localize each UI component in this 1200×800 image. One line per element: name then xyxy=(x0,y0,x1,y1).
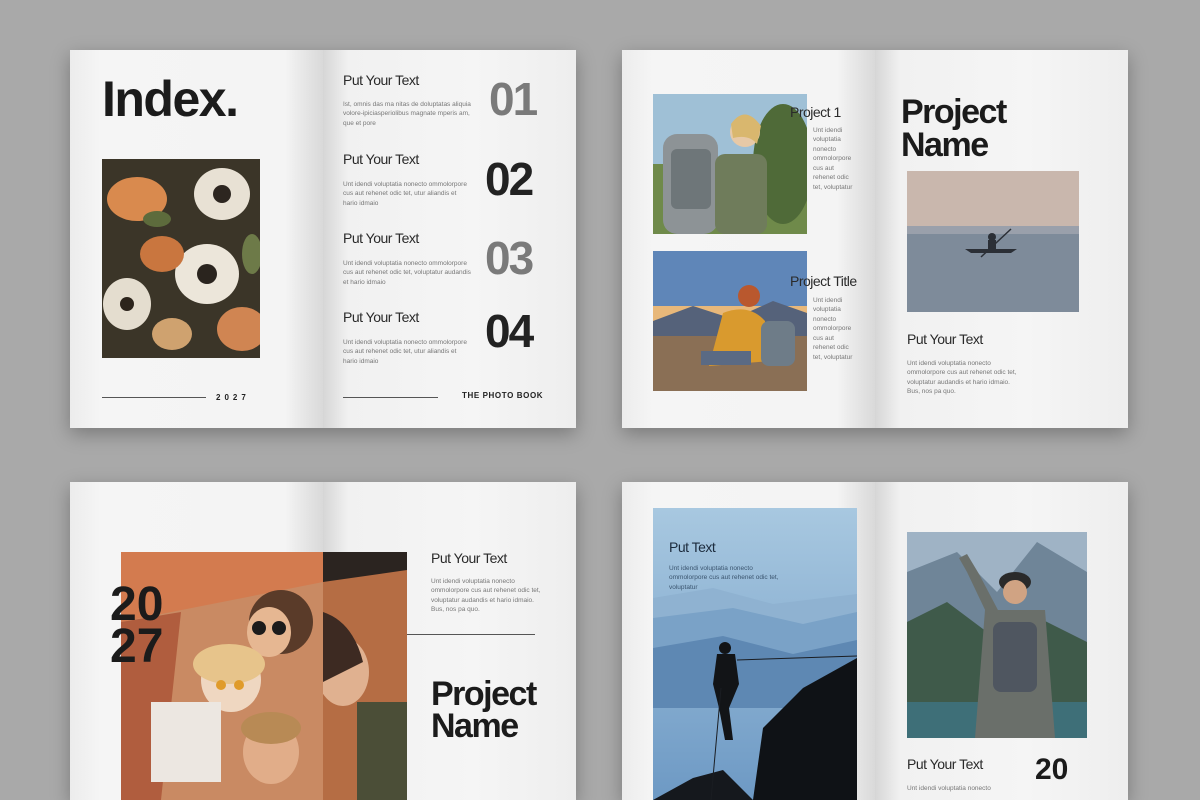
friends-photo-right xyxy=(323,552,407,800)
entry-body: Ist, omnis das ma nitas de doluptatas al… xyxy=(343,101,471,127)
backpacker-body: Unt idendi voluptatia nonecto xyxy=(907,785,991,792)
project2-title: Project Title xyxy=(790,273,857,289)
entry-heading: Put Your Text xyxy=(343,151,419,167)
backpacker-subheading: Put Your Text xyxy=(907,756,983,772)
projects-right-page: Project Name Put Your Text Unt idendi vo… xyxy=(875,50,1128,428)
year-heading-line2: 27 xyxy=(110,620,164,673)
group-subheading: Put Your Text xyxy=(431,550,507,566)
spread-mountains: Put Text Unt idendi voluptatia nonecto o… xyxy=(622,482,1128,800)
group-left-page: 20 27 xyxy=(70,482,323,800)
group-body: Unt idendi voluptatia nonecto ommolorpor… xyxy=(431,578,541,614)
entry-heading: Put Your Text xyxy=(343,230,419,246)
entry-number: 04 xyxy=(485,305,534,357)
entry-heading: Put Your Text xyxy=(343,72,419,88)
spread-projects: Project 1 Unt idendi voluptatia nonecto … xyxy=(622,50,1128,428)
group-project-heading-line1: Project xyxy=(431,675,537,713)
group-project-heading-line2: Name xyxy=(431,707,519,745)
entry-body: Unt idendi voluptatia nonecto ommolorpor… xyxy=(343,260,471,286)
entry-heading: Put Your Text xyxy=(343,309,419,325)
entry-number: 01 xyxy=(489,73,538,125)
entry-number: 03 xyxy=(485,232,534,284)
project-name-heading-line1: Project xyxy=(901,93,1007,131)
index-right-page: Put Your Text Ist, omnis das ma nitas de… xyxy=(323,50,576,428)
project-name-heading-line2: Name xyxy=(901,126,989,164)
project2-body: Unt idendi voluptatia nonecto ommolorpor… xyxy=(813,297,853,361)
project1-title: Project 1 xyxy=(790,104,841,120)
project1-body: Unt idendi voluptatia nonecto ommolorpor… xyxy=(813,127,853,191)
kayak-photo xyxy=(907,171,1079,312)
index-title: Index. xyxy=(102,71,239,127)
entry-number: 02 xyxy=(485,153,534,205)
partial-year-heading: 20 xyxy=(1035,753,1069,786)
year-rule xyxy=(102,397,206,398)
backpacker-photo xyxy=(907,532,1087,738)
year-label: 2027 xyxy=(216,393,250,402)
flowers-photo xyxy=(102,159,260,358)
index-left-page: Index. 2027 xyxy=(70,50,323,428)
overlay-body: Unt idendi voluptatia nonecto ommolorpor… xyxy=(669,565,779,591)
sitting-hiker-photo xyxy=(653,251,807,391)
spread-index: Index. 2027 Put Your Text Ist, omnis das… xyxy=(70,50,576,428)
group-rule xyxy=(407,634,535,635)
backpacker-right-page: Put Your Text Unt idendi voluptatia none… xyxy=(875,482,1128,800)
projects-subheading: Put Your Text xyxy=(907,331,983,347)
hiker-photo xyxy=(653,94,807,234)
footer-rule xyxy=(343,397,438,398)
spread-2027: 20 27 Put Your Text Unt idendi voluptati… xyxy=(70,482,576,800)
entry-body: Unt idendi voluptatia nonecto ommolorpor… xyxy=(343,339,467,365)
climber-left-page: Put Text Unt idendi voluptatia nonecto o… xyxy=(622,482,875,800)
group-right-page: Put Your Text Unt idendi voluptatia none… xyxy=(323,482,576,800)
projects-body: Unt idendi voluptatia nonecto ommolorpor… xyxy=(907,360,1017,396)
entry-body: Unt idendi voluptatia nonecto ommolorpor… xyxy=(343,181,467,207)
overlay-heading: Put Text xyxy=(669,539,716,555)
book-footer: THE PHOTO BOOK xyxy=(462,391,544,400)
projects-left-page: Project 1 Unt idendi voluptatia nonecto … xyxy=(622,50,875,428)
